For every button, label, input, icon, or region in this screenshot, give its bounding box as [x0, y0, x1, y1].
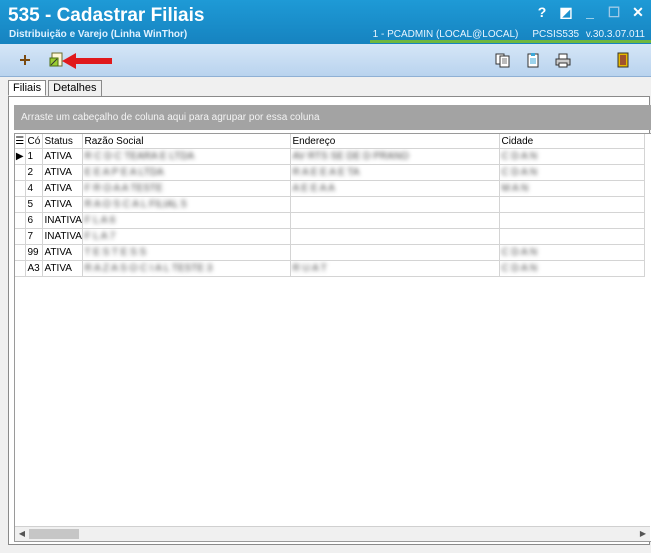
tab-strip: Filiais Detalhes [8, 80, 104, 96]
tab-detalhes[interactable]: Detalhes [48, 80, 102, 96]
scrollbar-thumb[interactable] [29, 529, 79, 539]
cell-endereco[interactable]: R U A T [290, 260, 500, 277]
close-button[interactable]: ✕ [631, 4, 645, 21]
cell-endereco[interactable] [290, 196, 500, 213]
row-indicator[interactable] [15, 164, 26, 181]
cell-endereco[interactable] [290, 244, 500, 261]
table-row[interactable]: 99 ATIVA T E S T E S S C D A N [15, 244, 645, 261]
cell-endereco[interactable]: A E E A A [290, 180, 500, 197]
cell-endereco[interactable]: R A E E A E TA [290, 164, 500, 181]
cell-cidade[interactable]: C D A N [499, 164, 645, 181]
cell-status[interactable]: ATIVA [42, 260, 83, 277]
window-title: 535 - Cadastrar Filiais [8, 5, 205, 26]
cell-code[interactable]: 2 [25, 164, 43, 181]
restore-icon[interactable]: ◩ [559, 4, 573, 21]
cell-razao-social[interactable]: F L A 6 [82, 212, 291, 229]
row-indicator[interactable] [15, 196, 26, 213]
row-indicator[interactable] [15, 244, 26, 261]
cell-status[interactable]: ATIVA [42, 196, 83, 213]
scroll-left-icon[interactable]: ◀ [16, 528, 28, 540]
cell-status[interactable]: ATIVA [42, 180, 83, 197]
cell-cidade[interactable] [499, 212, 645, 229]
row-indicator[interactable] [15, 228, 26, 245]
cell-status[interactable]: INATIVA [42, 212, 83, 229]
row-indicator[interactable] [15, 212, 26, 229]
table-row[interactable]: ▶ 1 ATIVA R C D C TEARA E LTDA AV RTS SE DE … [15, 148, 645, 165]
cell-code[interactable]: 6 [25, 212, 43, 229]
table-row[interactable]: A3 ATIVA R A Z A S O C I A L TESTE 3R U A … [15, 260, 645, 277]
table-row[interactable]: 4 ATIVA F R O A A TESTE A E E A AM A N [15, 180, 645, 197]
copy-icon[interactable] [494, 51, 512, 69]
cell-cidade[interactable]: C D A N [499, 148, 645, 165]
cell-endereco[interactable] [290, 212, 500, 229]
connection-label: 1 - PCADMIN (LOCAL@LOCAL) [372, 29, 519, 40]
horizontal-scrollbar[interactable]: ◀ ▶ [15, 526, 650, 541]
help-button[interactable]: ? [535, 4, 549, 21]
table-row[interactable]: 7 INATIVA F L A 7 [15, 228, 645, 245]
cell-razao-social[interactable]: F R O A A TESTE [82, 180, 291, 197]
table-row[interactable]: 5 ATIVA R A O S C A L FILIAL 5 [15, 196, 645, 213]
cell-razao-social[interactable]: F L A 7 [82, 228, 291, 245]
cell-status[interactable]: ATIVA [42, 148, 83, 165]
column-header-razao-social[interactable]: Razão Social [82, 134, 291, 149]
cell-cidade[interactable]: M A N [499, 180, 645, 197]
group-by-area[interactable]: Arraste um cabeçalho de coluna aqui para… [14, 105, 651, 130]
cell-code[interactable]: 5 [25, 196, 43, 213]
cell-status[interactable]: ATIVA [42, 244, 83, 261]
filiais-panel: Arraste um cabeçalho de coluna aqui para… [8, 96, 651, 545]
column-chooser-icon[interactable]: ☰ [15, 134, 26, 149]
exit-icon[interactable] [614, 51, 632, 69]
row-indicator[interactable] [15, 260, 26, 277]
add-icon[interactable] [16, 51, 34, 69]
window-subtitle: Distribuição e Varejo (Linha WinThor) [9, 29, 188, 40]
cell-endereco[interactable] [290, 228, 500, 245]
table-row[interactable]: 6 INATIVA F L A 6 [15, 212, 645, 229]
maximize-button[interactable]: ☐ [607, 4, 621, 21]
cell-code[interactable]: 4 [25, 180, 43, 197]
cell-razao-social[interactable]: T E S T E S S [82, 244, 291, 261]
red-arrow-annotation [62, 53, 112, 69]
cell-code[interactable]: 99 [25, 244, 43, 261]
program-label: PCSIS535 [532, 29, 580, 40]
cell-cidade[interactable] [499, 228, 645, 245]
column-header-code[interactable]: Có [25, 134, 43, 149]
cell-cidade[interactable]: C D A N [499, 244, 645, 261]
column-header-endereco[interactable]: Endereço [290, 134, 500, 149]
cell-razao-social[interactable]: R A Z A S O C I A L TESTE 3 [82, 260, 291, 277]
cell-endereco[interactable]: AV RTS SE DE D PRANO [290, 148, 500, 165]
cell-cidade[interactable] [499, 196, 645, 213]
cell-cidade[interactable]: C D A N [499, 260, 645, 277]
cell-razao-social[interactable]: R C D C TEARA E LTDA [82, 148, 291, 165]
row-indicator[interactable] [15, 180, 26, 197]
cell-code[interactable]: A3 [25, 260, 43, 277]
version-label: v.30.3.07.011 [585, 29, 645, 40]
column-header-cidade[interactable]: Cidade [499, 134, 645, 149]
minimize-button[interactable]: _ [583, 4, 597, 21]
cell-code[interactable]: 7 [25, 228, 43, 245]
cell-status[interactable]: ATIVA [42, 164, 83, 181]
title-bar: 535 - Cadastrar Filiais Distribuição e V… [0, 0, 651, 44]
scroll-right-icon[interactable]: ▶ [637, 528, 649, 540]
connection-info: 1 - PCADMIN (LOCAL@LOCAL) PCSIS535 v.30.3… [359, 29, 645, 40]
header-row: ☰ Có Status Razão Social Endereço Cidade [15, 134, 645, 149]
cell-status[interactable]: INATIVA [42, 228, 83, 245]
print-icon[interactable] [554, 51, 572, 69]
branches-grid: ☰ Có Status Razão Social Endereço Cidade… [14, 133, 651, 542]
cell-razao-social[interactable]: R A O S C A L FILIAL 5 [82, 196, 291, 213]
column-header-status[interactable]: Status [42, 134, 83, 149]
table-row[interactable]: 2 ATIVA E E A P E A LTDA R A E E A E TA C D … [15, 164, 645, 181]
clipboard-icon[interactable] [524, 51, 542, 69]
cell-razao-social[interactable]: E E A P E A LTDA [82, 164, 291, 181]
branches-table: ☰ Có Status Razão Social Endereço Cidade… [15, 134, 645, 277]
row-indicator[interactable]: ▶ [15, 148, 26, 165]
accent-stripe [370, 40, 651, 43]
tab-filiais[interactable]: Filiais [8, 80, 47, 96]
cell-code[interactable]: 1 [25, 148, 43, 165]
